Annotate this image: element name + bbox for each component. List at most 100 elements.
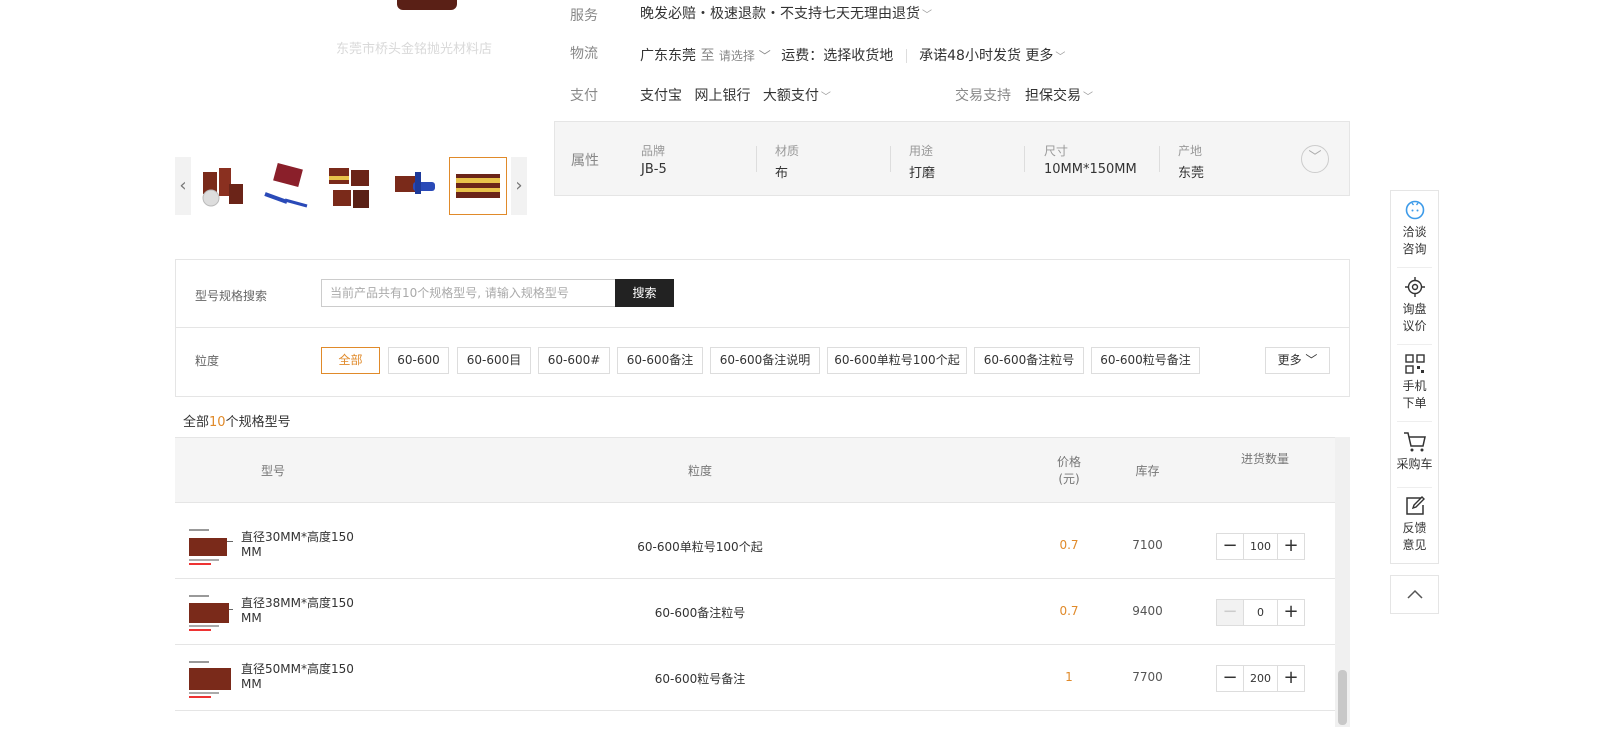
service-row[interactable]: 晚发必赔・极速退款・不支持七天无理由退货 ﹀: [640, 3, 932, 23]
qrcode-icon: [1404, 354, 1425, 374]
payment-methods: 支付宝 网上银行 大额支付 ﹀: [640, 85, 831, 105]
table-row: 直径30MM*高度150MM 60-600单粒号100个起 0.7 7100 −…: [175, 514, 1335, 579]
feedback-label: 反馈 意见: [1402, 521, 1427, 552]
grain-chip[interactable]: 60-600备注: [617, 347, 703, 374]
consult-button[interactable]: 洽谈 咨询: [1391, 199, 1438, 258]
logistics-more[interactable]: 更多 ﹀: [1025, 48, 1065, 64]
row-grain: 60-600单粒号100个起: [637, 540, 763, 554]
grain-chip-all[interactable]: 全部: [321, 347, 380, 374]
table-scrollbar[interactable]: [1335, 437, 1350, 727]
row-model: 直径38MM*高度150MM: [241, 596, 354, 625]
attribute-material: 材质 布: [775, 142, 909, 181]
cart-icon: [1403, 432, 1426, 452]
row-price: 0.7: [1059, 538, 1079, 552]
shipping-promise: 承诺48小时发货: [919, 48, 1021, 64]
chevron-down-icon: ﹀: [1083, 92, 1093, 103]
attribute-value: JB-5: [641, 162, 667, 177]
thumbnail-5-active[interactable]: [449, 157, 507, 215]
cart-button[interactable]: 采购车: [1391, 431, 1438, 473]
grain-chip[interactable]: 60-600单粒号100个起: [827, 347, 967, 374]
payment-method-3[interactable]: 大额支付 ﹀: [763, 88, 831, 104]
product-thumbnail: [187, 657, 235, 699]
chevron-down-icon: ﹀: [820, 92, 831, 103]
trade-support-label: 交易支持: [955, 88, 1011, 104]
divider: [1397, 421, 1432, 422]
row-price: 1: [1065, 670, 1073, 684]
mobile-order-button[interactable]: 手机 下单: [1391, 353, 1438, 412]
grain-chip[interactable]: 60-600粒号备注: [1091, 347, 1200, 374]
spec-search-input[interactable]: [321, 279, 616, 307]
grain-chip[interactable]: 60-600#: [538, 347, 610, 374]
search-button[interactable]: 搜索: [615, 279, 674, 307]
row-model: 直径30MM*高度150MM: [241, 530, 354, 559]
service-text: 晚发必赔・极速退款・不支持七天无理由退货: [640, 6, 920, 22]
row-stock: 7700: [1132, 670, 1163, 684]
row-grain: 60-600备注粒号: [654, 606, 746, 620]
divider: [1397, 267, 1432, 268]
spec-search-label: 型号规格搜索: [195, 289, 268, 303]
trade-support-value[interactable]: 担保交易 ﹀: [1025, 85, 1093, 105]
attribute-brand: 品牌 JB-5: [641, 142, 775, 178]
scrollbar-thumb[interactable]: [1338, 670, 1347, 725]
grain-chip[interactable]: 60-600: [388, 347, 449, 374]
thumbnail-2[interactable]: [256, 157, 314, 215]
divider: [1159, 146, 1160, 172]
back-to-top-button[interactable]: [1390, 575, 1439, 614]
attribute-value: 布: [775, 166, 789, 181]
decrease-button[interactable]: −: [1217, 534, 1244, 559]
destination-select[interactable]: 请选择 ﹀: [719, 49, 771, 63]
increase-button[interactable]: +: [1277, 534, 1304, 559]
row-grain: 60-600粒号备注: [654, 672, 746, 686]
logistics-row: 广东东莞 至 请选择 ﹀ 运费：选择收货地 承诺48小时发货 更多 ﹀: [640, 45, 1065, 65]
expand-attributes-icon[interactable]: ﹀: [1301, 145, 1329, 173]
attribute-key: 产地: [1178, 144, 1203, 158]
header-price: 价格 (元): [1056, 455, 1081, 486]
attributes-panel: 属性 品牌 JB-5 材质 布 用途 打磨 尺寸 10MM*150MM 产地 东…: [554, 121, 1350, 196]
quantity-stepper: − +: [1216, 599, 1305, 626]
thumb-next-arrow-icon[interactable]: ›: [511, 157, 527, 215]
attributes-title: 属性: [571, 153, 599, 169]
to-label: 至: [700, 48, 715, 64]
spec-count: 10: [209, 415, 226, 430]
chevron-down-icon: ﹀: [758, 49, 771, 63]
grain-chip[interactable]: 60-600备注说明: [710, 347, 820, 374]
thumb-prev-arrow-icon[interactable]: ‹: [175, 157, 191, 215]
product-thumbnail: [187, 525, 235, 567]
grain-chip[interactable]: 60-600目: [457, 347, 531, 374]
chat-icon: [1405, 200, 1424, 220]
grain-chip[interactable]: 60-600备注粒号: [974, 347, 1084, 374]
chevron-down-icon: ﹀: [1055, 52, 1066, 63]
attribute-usage: 用途 打磨: [909, 142, 1043, 181]
logistics-more-label: 更多: [1025, 48, 1054, 64]
quantity-input[interactable]: [1244, 600, 1277, 625]
divider: [890, 146, 891, 172]
quantity-stepper: − +: [1216, 533, 1305, 560]
attribute-key: 材质: [775, 144, 800, 158]
attribute-value: 打磨: [909, 166, 936, 181]
chevron-down-icon: ﹀: [922, 10, 932, 21]
thumbnail-1[interactable]: [192, 157, 250, 215]
thumbnail-4[interactable]: [384, 157, 442, 215]
freight-text: 运费：选择收货地: [781, 48, 894, 64]
product-thumbnail: [187, 591, 235, 633]
decrease-button[interactable]: −: [1217, 666, 1244, 691]
inquiry-button[interactable]: 询盘 议价: [1391, 276, 1438, 335]
thumbnail-strip: ‹ ›: [175, 157, 527, 215]
divider: [1024, 146, 1025, 172]
thumbnail-3[interactable]: [320, 157, 378, 215]
divider: [176, 327, 1349, 328]
attribute-size: 尺寸 10MM*150MM: [1044, 142, 1178, 178]
increase-button[interactable]: +: [1277, 666, 1304, 691]
grain-more-button[interactable]: 更多 ﹀: [1265, 347, 1330, 374]
quantity-input[interactable]: [1244, 534, 1277, 559]
grain-more-label: 更多: [1277, 353, 1302, 367]
quantity-input[interactable]: [1244, 666, 1277, 691]
increase-button[interactable]: +: [1277, 600, 1304, 625]
feedback-button[interactable]: 反馈 意见: [1391, 495, 1438, 554]
decrease-button[interactable]: −: [1217, 600, 1244, 625]
inquiry-label: 询盘 议价: [1402, 302, 1427, 333]
header-model: 型号: [260, 464, 285, 478]
attribute-key: 品牌: [641, 144, 666, 158]
payment-method-3-label: 大额支付: [762, 88, 819, 104]
divider: [1397, 487, 1432, 488]
